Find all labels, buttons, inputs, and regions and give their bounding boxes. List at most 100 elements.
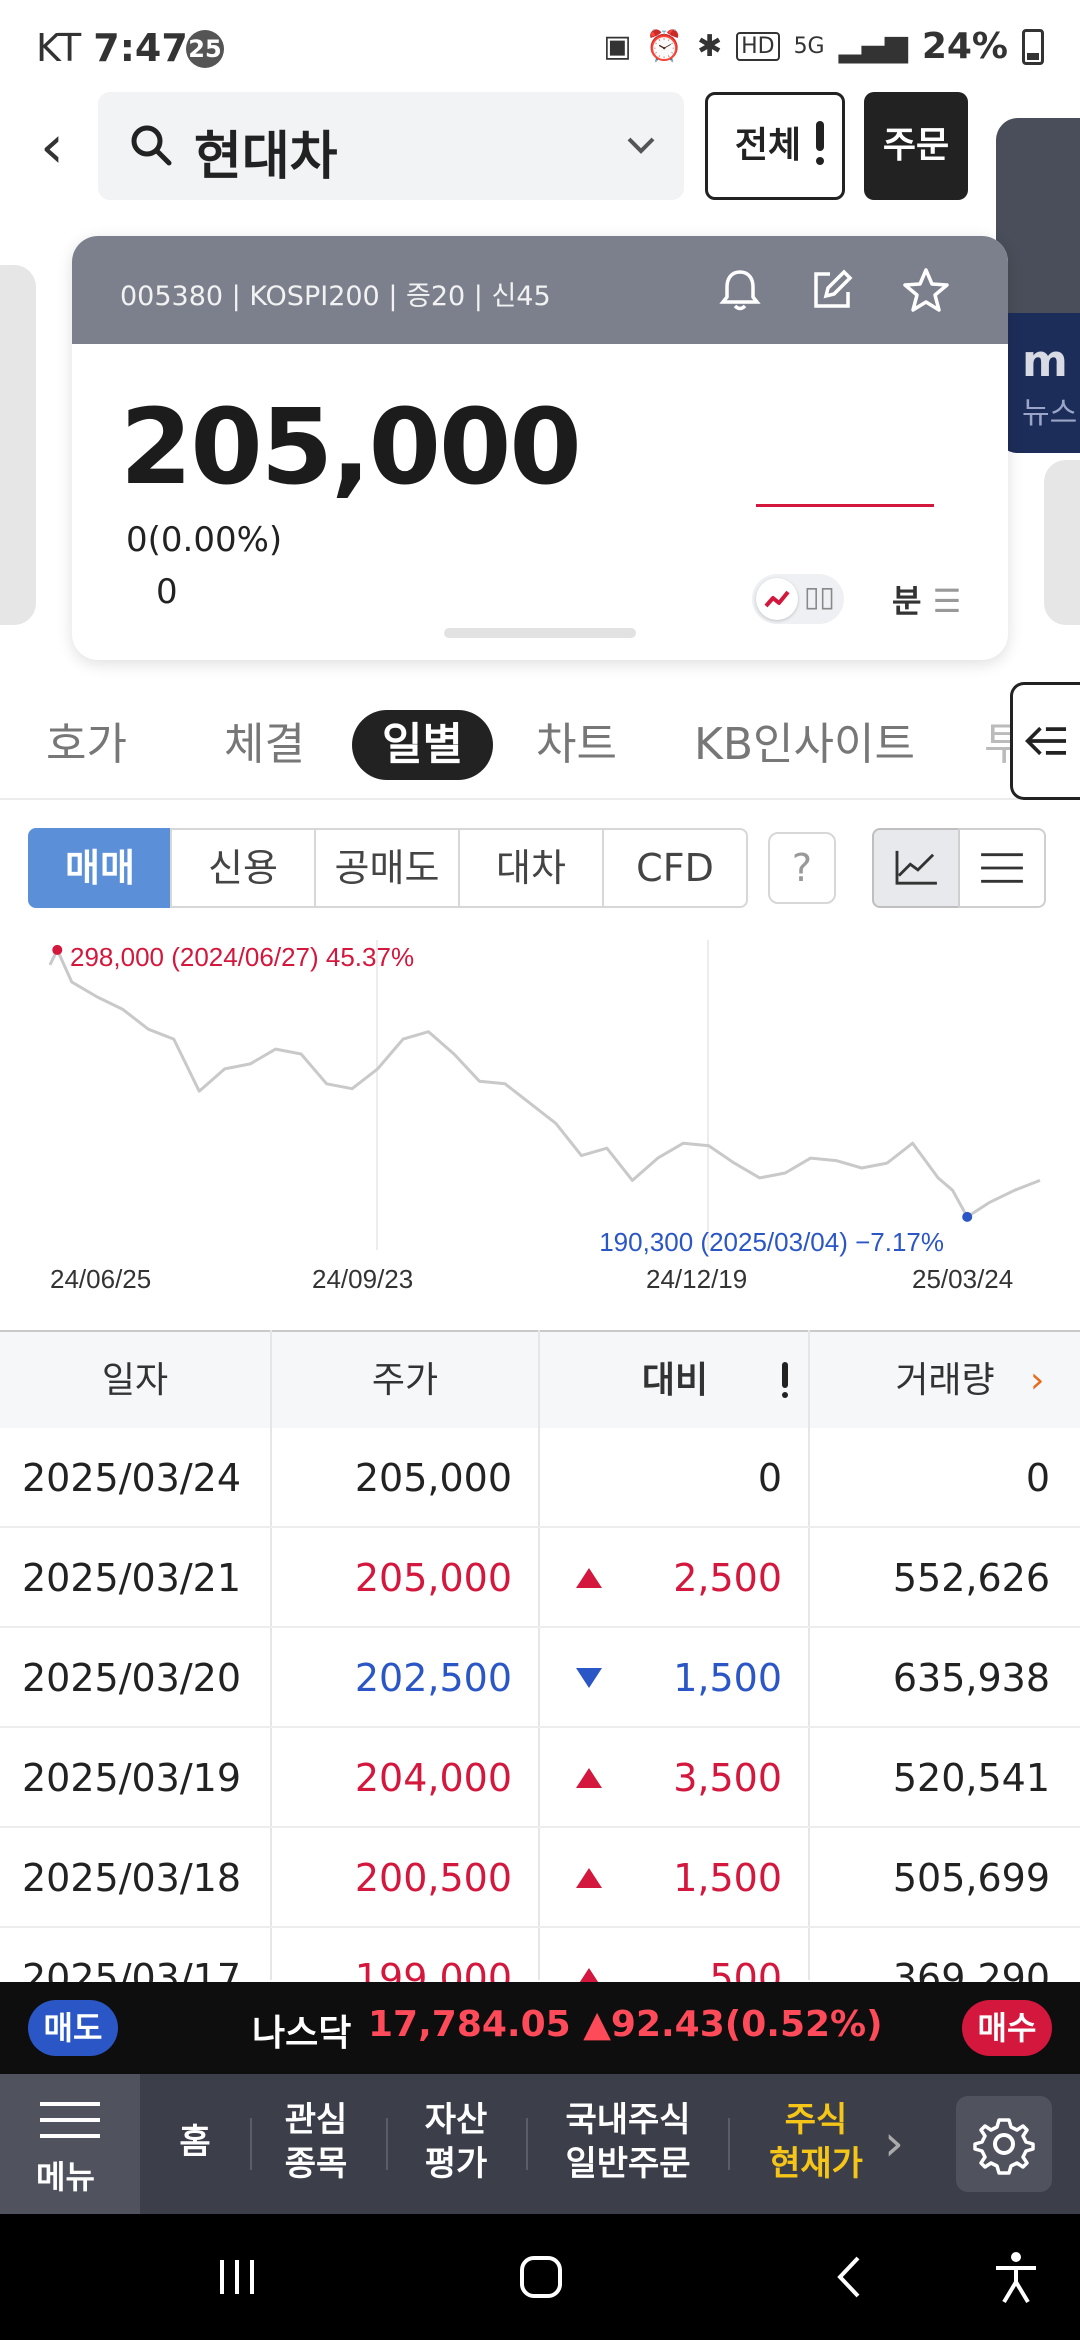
cell-date: 2025/03/20 <box>22 1656 242 1700</box>
chevron-right-icon[interactable]: › <box>884 2114 904 2172</box>
chevron-right-icon[interactable]: › <box>1030 1360 1044 1401</box>
sell-button[interactable]: 매도 <box>28 2000 118 2056</box>
max-point-label: 298,000 (2024/06/27) 45.37% <box>70 942 414 972</box>
up-triangle-icon <box>576 1868 602 1888</box>
cell-volume: 552,626 <box>892 1556 1050 1600</box>
tab-daily[interactable]: 일별 <box>352 710 493 780</box>
menu-label: 메뉴 <box>36 2158 95 2196</box>
status-carrier-time: KT 7:47 <box>36 26 188 70</box>
back-arrow-icon[interactable]: ‹ <box>40 112 80 182</box>
index-value: 17,784.05 ▲92.43(0.52%) <box>368 2004 883 2045</box>
system-navigation-bar <box>0 2214 1080 2340</box>
nav-divider <box>526 2118 528 2170</box>
tab-orderbook[interactable]: 호가 <box>46 710 127 780</box>
nav-order-l2: 일반주문 <box>565 2144 691 2184</box>
tab-panel-toggle[interactable] <box>1010 682 1080 800</box>
nav-watchlist[interactable]: 관심 종목 <box>268 2098 364 2186</box>
cell-volume: 520,541 <box>892 1756 1050 1800</box>
tab-chart[interactable]: 차트 <box>536 710 617 780</box>
stock-card-header: 005380 | KOSPI200 | 증20 | 신45 <box>72 236 1008 344</box>
help-button[interactable]: ? <box>768 832 836 904</box>
min-point-label: 190,300 (2025/03/04) −7.17% <box>599 1227 944 1257</box>
cell-volume: 635,938 <box>892 1656 1050 1700</box>
nav-current-price[interactable]: 주식 현재가 <box>752 2098 880 2186</box>
tab-executions[interactable]: 체결 <box>224 710 305 780</box>
cell-volume: 0 <box>1025 1456 1050 1500</box>
news-card-label: 뉴스 <box>1022 396 1078 431</box>
x-tick-label: 25/03/24 <box>912 1264 1013 1294</box>
hd-icon: HD <box>736 32 780 61</box>
battery-percent: 24% <box>921 26 1008 67</box>
star-icon[interactable] <box>898 262 954 318</box>
header-date: 일자 <box>101 1360 169 1401</box>
list-view-button[interactable] <box>958 828 1046 908</box>
exclamation-icon <box>782 1362 788 1402</box>
all-button-label: 전체 <box>734 125 802 166</box>
segment-cfd[interactable]: CFD <box>602 828 748 908</box>
card-drag-handle[interactable] <box>444 628 636 638</box>
nav-divider <box>386 2118 388 2170</box>
x-tick-label: 24/12/19 <box>646 1264 747 1294</box>
period-selector[interactable]: 분 ☰ <box>892 576 961 622</box>
battery-icon <box>1022 28 1044 65</box>
detail-tab-bar: 호가 체결 일별 차트 KB인사이트 투 <box>0 690 1080 800</box>
period-label: 분 <box>892 582 922 620</box>
edit-icon[interactable] <box>804 262 860 318</box>
table-row[interactable]: 2025/03/21 205,000 2,500 552,626 <box>0 1528 1080 1628</box>
segment-lending[interactable]: 대차 <box>458 828 604 908</box>
line-chart-icon <box>756 578 798 620</box>
hamburger-icon <box>40 2102 100 2138</box>
news-card-logo: m <box>1022 336 1068 387</box>
table-row[interactable]: 2025/03/19 204,000 3,500 520,541 <box>0 1728 1080 1828</box>
nav-home[interactable]: 홈 <box>170 2120 220 2164</box>
clipboard-icon: ▣ <box>603 29 632 64</box>
nav-divider <box>250 2118 252 2170</box>
header-price: 주가 <box>371 1360 439 1401</box>
gear-icon <box>973 2118 1035 2175</box>
signal-bars-icon: ▂▄▆ <box>838 29 908 64</box>
nav-domestic-order[interactable]: 국내주식 일반주문 <box>548 2098 708 2186</box>
accessibility-icon[interactable] <box>992 2250 1040 2304</box>
news-card-peek[interactable]: m 뉴스 <box>996 118 1080 453</box>
market-ticker-bar: 매도 나스닥 17,784.05 ▲92.43(0.52%) 매수 <box>0 1982 1080 2074</box>
table-row[interactable]: 2025/03/20 202,500 1,500 635,938 <box>0 1628 1080 1728</box>
chevron-down-icon <box>627 137 655 154</box>
cell-change: 0 <box>757 1456 782 1500</box>
table-row[interactable]: 2025/03/18 200,500 1,500 505,699 <box>0 1828 1080 1928</box>
collapse-arrow-icon <box>1025 726 1067 756</box>
nav-current-l2: 현재가 <box>769 2144 863 2184</box>
segment-short-selling[interactable]: 공매도 <box>314 828 460 908</box>
segment-credit[interactable]: 신용 <box>170 828 316 908</box>
settings-button[interactable] <box>956 2096 1052 2192</box>
cell-price: 205,000 <box>354 1456 512 1500</box>
min-point-marker <box>962 1211 973 1222</box>
stock-search-box[interactable]: 현대차 <box>98 92 684 200</box>
bottom-navigation: 메뉴 홈 관심 종목 자산 평가 국내주식 일반주문 주식 현재가 › <box>0 2074 1080 2214</box>
buy-button[interactable]: 매수 <box>962 2000 1052 2056</box>
recent-apps-icon[interactable] <box>214 2254 260 2300</box>
daily-table-header: 일자 주가 대비 거래량 › <box>0 1330 1080 1428</box>
table-row[interactable]: 2025/03/24 205,000 0 0 <box>0 1428 1080 1528</box>
bell-icon[interactable] <box>712 262 768 318</box>
home-icon[interactable] <box>518 2254 564 2300</box>
nav-asset-eval[interactable]: 자산 평가 <box>408 2098 504 2186</box>
x-tick-label: 24/09/23 <box>312 1264 413 1294</box>
menu-button[interactable]: 메뉴 <box>0 2074 140 2214</box>
nav-current-l1: 주식 <box>784 2100 848 2140</box>
back-icon[interactable] <box>828 2254 874 2300</box>
price-line-chart: 298,000 (2024/06/27) 45.37% 190,300 (202… <box>48 940 1041 1294</box>
cell-date: 2025/03/19 <box>22 1756 242 1800</box>
max-point-marker <box>52 944 63 955</box>
chart-view-button[interactable] <box>872 828 960 908</box>
stock-name: 현대차 <box>194 127 338 187</box>
chart-type-toggle[interactable]: ▯▯ <box>752 574 844 624</box>
stock-meta-info: 005380 | KOSPI200 | 증20 | 신45 <box>120 281 551 312</box>
all-button[interactable]: 전체 <box>705 92 845 200</box>
segment-trading[interactable]: 매매 <box>28 828 172 908</box>
header-change[interactable]: 대비 <box>540 1332 810 1430</box>
next-card-peek[interactable] <box>1044 460 1080 625</box>
previous-card-peek[interactable] <box>0 265 36 625</box>
list-icon <box>981 853 1023 883</box>
tab-kb-insight[interactable]: KB인사이트 <box>694 710 915 780</box>
order-button[interactable]: 주문 <box>864 92 968 200</box>
